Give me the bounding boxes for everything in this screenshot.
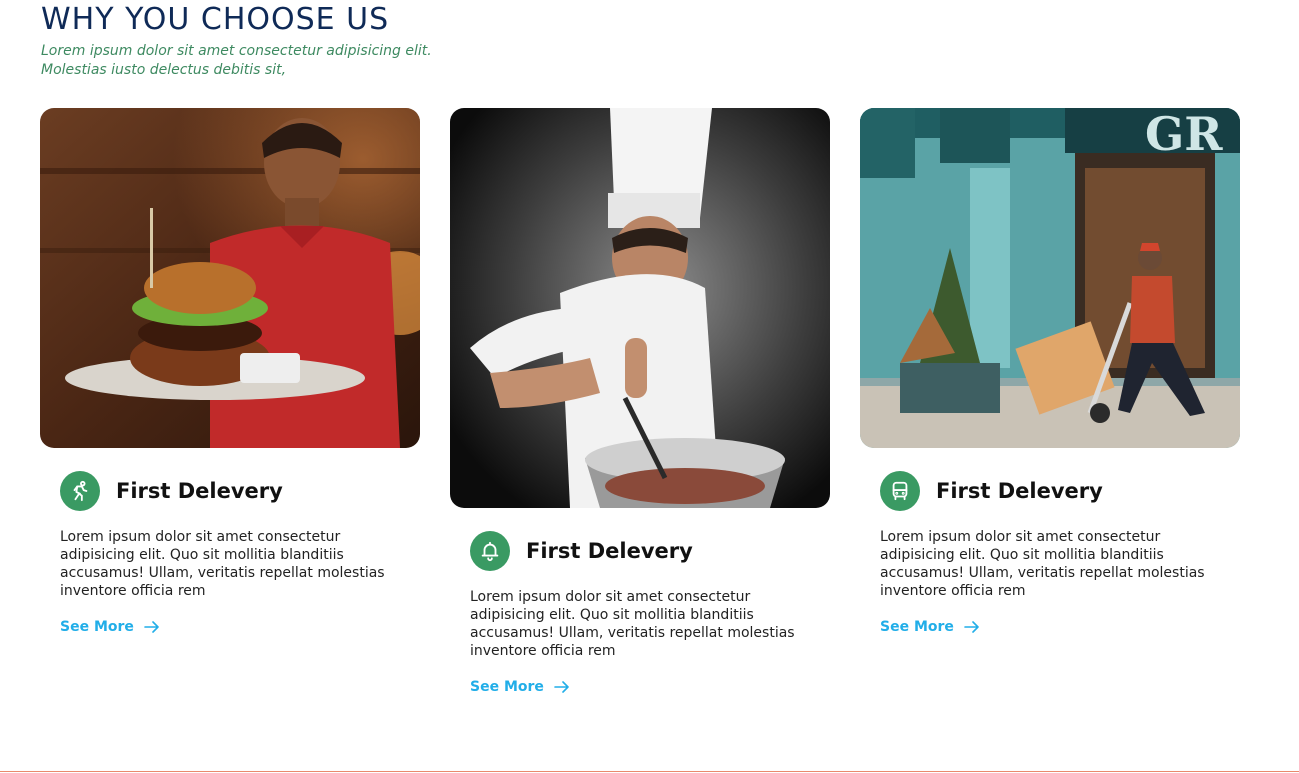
section-subtitle-line-2: Molestias iusto delectus debitis sit, [41, 62, 287, 78]
arrow-right-icon [554, 681, 570, 693]
see-more-link[interactable]: See More [60, 619, 160, 635]
see-more-link[interactable]: See More [880, 619, 980, 635]
section-divider [0, 771, 1299, 772]
card-title: First Delevery [526, 539, 693, 563]
feature-card-3: GR First Delevery Lorem ipsum dolor sit … [860, 108, 1240, 635]
chef-cooking-image [450, 108, 830, 508]
card-title: First Delevery [936, 479, 1103, 503]
running-person-icon [60, 471, 100, 511]
card-description: Lorem ipsum dolor sit amet consectetur a… [470, 589, 795, 659]
see-more-label: See More [470, 679, 544, 695]
card-description: Lorem ipsum dolor sit amet consectetur a… [880, 529, 1205, 599]
section-title: WHY YOU CHOOSE US [41, 2, 390, 37]
arrow-right-icon [964, 621, 980, 633]
see-more-link[interactable]: See More [470, 679, 570, 695]
bell-icon [470, 531, 510, 571]
section-subtitle: Lorem ipsum dolor sit amet consectetur a… [41, 42, 481, 80]
see-more-label: See More [60, 619, 134, 635]
feature-card-1: First Delevery Lorem ipsum dolor sit ame… [40, 108, 420, 635]
arrow-right-icon [144, 621, 160, 633]
card-description: Lorem ipsum dolor sit amet consectetur a… [60, 529, 385, 599]
card-title: First Delevery [116, 479, 283, 503]
see-more-label: See More [880, 619, 954, 635]
section-subtitle-line-1: Lorem ipsum dolor sit amet consectetur a… [41, 43, 432, 59]
section-header: WHY YOU CHOOSE US Lorem ipsum dolor sit … [41, 2, 481, 80]
bus-icon [880, 471, 920, 511]
courier-delivery-image: GR [860, 108, 1240, 448]
feature-card-2: First Delevery Lorem ipsum dolor sit ame… [450, 108, 830, 695]
waiter-burger-image [40, 108, 420, 448]
